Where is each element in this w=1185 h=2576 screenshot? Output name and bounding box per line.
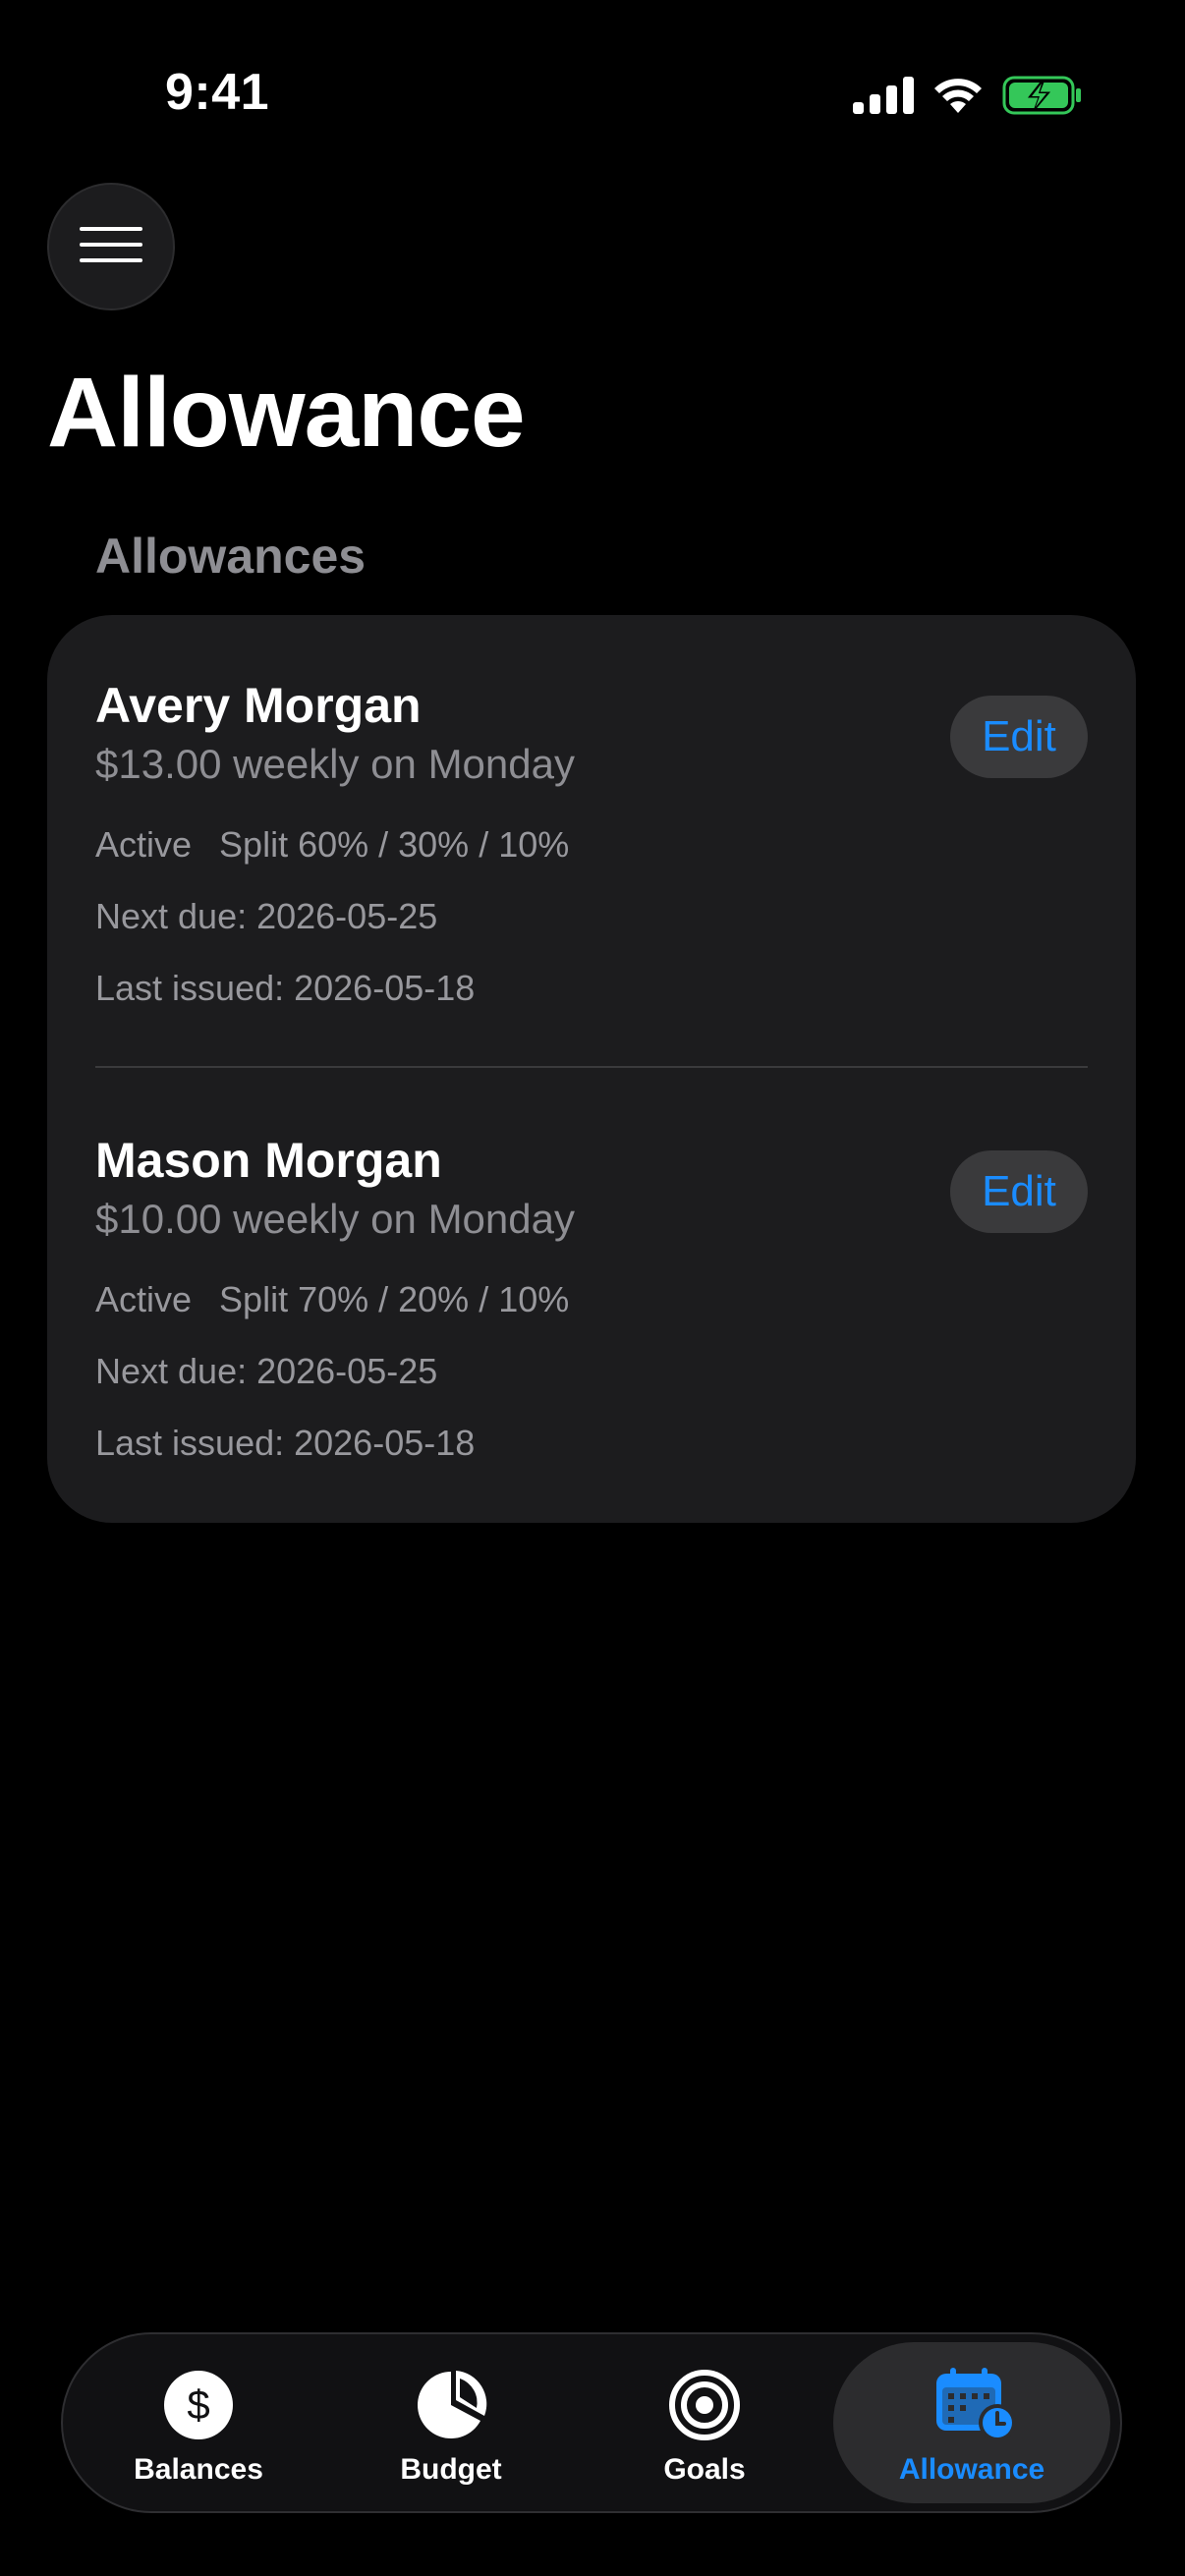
svg-text:$: $ xyxy=(187,2381,209,2428)
split-label: Split 60% / 30% / 10% xyxy=(219,824,570,865)
last-issued-label: Last issued: 2026-05-18 xyxy=(95,1423,476,1463)
tab-budget[interactable]: Budget xyxy=(343,2342,559,2503)
status-label: Active xyxy=(95,824,193,865)
status-icons xyxy=(853,73,1083,122)
edit-button[interactable]: Edit xyxy=(950,696,1088,778)
allowance-amount: $13.00 weekly on Monday xyxy=(95,741,575,787)
tab-label: Allowance xyxy=(898,2453,1045,2486)
child-name: Avery Morgan xyxy=(95,678,422,733)
wifi-icon xyxy=(931,76,985,120)
split-label: Split 70% / 20% / 10% xyxy=(219,1279,570,1319)
status-time: 9:41 xyxy=(165,64,270,121)
tab-label: Goals xyxy=(663,2453,746,2486)
section-header: Allowances xyxy=(95,529,367,584)
tab-balances[interactable]: $ Balances xyxy=(90,2342,307,2503)
status-label: Active xyxy=(95,1279,193,1319)
tab-goals[interactable]: Goals xyxy=(596,2342,813,2503)
status-split-line: Active Split 70% / 20% / 10% xyxy=(95,1276,569,1323)
next-due-label: Next due: 2026-05-25 xyxy=(95,1351,438,1391)
calendar-clock-icon xyxy=(934,2368,1016,2442)
target-icon xyxy=(667,2368,742,2442)
next-due-label: Next due: 2026-05-25 xyxy=(95,896,438,936)
tab-allowance[interactable]: Allowance xyxy=(833,2342,1110,2503)
menu-button[interactable] xyxy=(47,183,175,310)
cellular-signal-icon xyxy=(853,76,914,119)
allowances-card: Avery Morgan $13.00 weekly on Monday Act… xyxy=(47,615,1136,1523)
pie-chart-icon xyxy=(414,2368,488,2442)
child-name: Mason Morgan xyxy=(95,1133,442,1188)
last-issued-label: Last issued: 2026-05-18 xyxy=(95,968,476,1008)
hamburger-icon xyxy=(80,225,142,269)
edit-button[interactable]: Edit xyxy=(950,1150,1088,1233)
divider xyxy=(95,1066,1088,1068)
tab-label: Budget xyxy=(400,2453,502,2486)
battery-charging-icon xyxy=(1002,76,1083,120)
allowance-amount: $10.00 weekly on Monday xyxy=(95,1196,575,1242)
dollar-circle-icon: $ xyxy=(161,2368,236,2442)
tab-bar: $ Balances Budget Goals Allowance xyxy=(61,2332,1122,2513)
status-split-line: Active Split 60% / 30% / 10% xyxy=(95,821,569,868)
tab-label: Balances xyxy=(134,2453,263,2486)
status-bar: 9:41 xyxy=(0,0,1185,187)
page-title: Allowance xyxy=(47,358,526,468)
